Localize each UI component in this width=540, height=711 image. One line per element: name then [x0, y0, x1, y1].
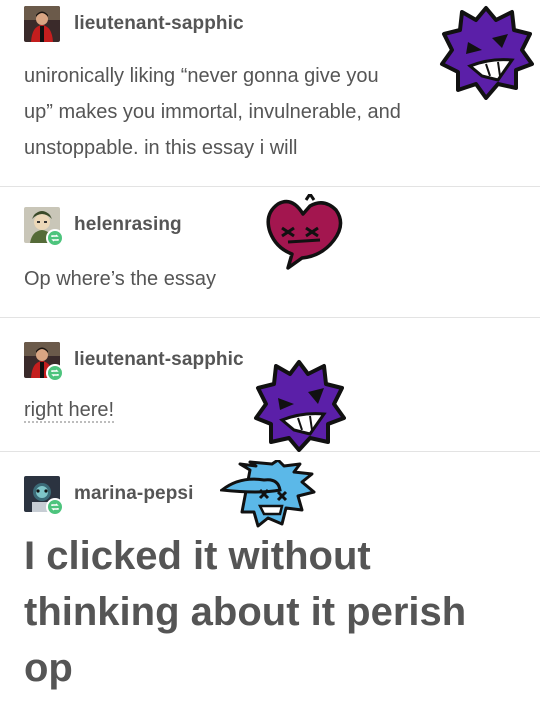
text-line: thinking about it perish [24, 590, 467, 634]
text-line: up” makes you immortal, invulnerable, an… [24, 101, 401, 123]
post-header: helenrasing [24, 207, 182, 247]
essay-link[interactable]: right here! [24, 399, 115, 423]
reblog-icon [46, 364, 64, 382]
avatar[interactable] [24, 342, 64, 382]
post-body: I clicked it without thinking about it p… [24, 528, 466, 696]
avatar[interactable] [24, 207, 64, 247]
username[interactable]: lieutenant-sapphic [74, 349, 244, 371]
username[interactable]: lieutenant-sapphic [74, 13, 244, 35]
reblog-icon [46, 229, 64, 247]
username[interactable]: helenrasing [74, 214, 182, 236]
magenta-heart-face-icon [266, 194, 343, 270]
text-line: unironically liking “never gonna give yo… [24, 65, 379, 87]
text-line: Op where’s the essay [24, 268, 216, 290]
purple-spiky-face-icon [440, 6, 534, 100]
reblog-icon [46, 498, 64, 516]
post-body: unironically liking “never gonna give yo… [24, 58, 401, 166]
avatar[interactable] [24, 6, 60, 42]
text-line: I clicked it without [24, 534, 371, 578]
post-body: right here! [24, 392, 115, 428]
purple-spiky-face-icon [254, 360, 346, 452]
post-header: marina-pepsi [24, 476, 193, 516]
username[interactable]: marina-pepsi [74, 483, 193, 505]
post-body: Op where’s the essay [24, 261, 216, 297]
text-line: unstoppable. in this essay i will [24, 137, 298, 159]
avatar[interactable] [24, 476, 64, 516]
avatar-image [24, 6, 60, 42]
post-header: lieutenant-sapphic [24, 342, 244, 382]
blue-cap-face-icon [220, 460, 316, 528]
post-header: lieutenant-sapphic [24, 6, 244, 42]
text-line: op [24, 646, 73, 690]
